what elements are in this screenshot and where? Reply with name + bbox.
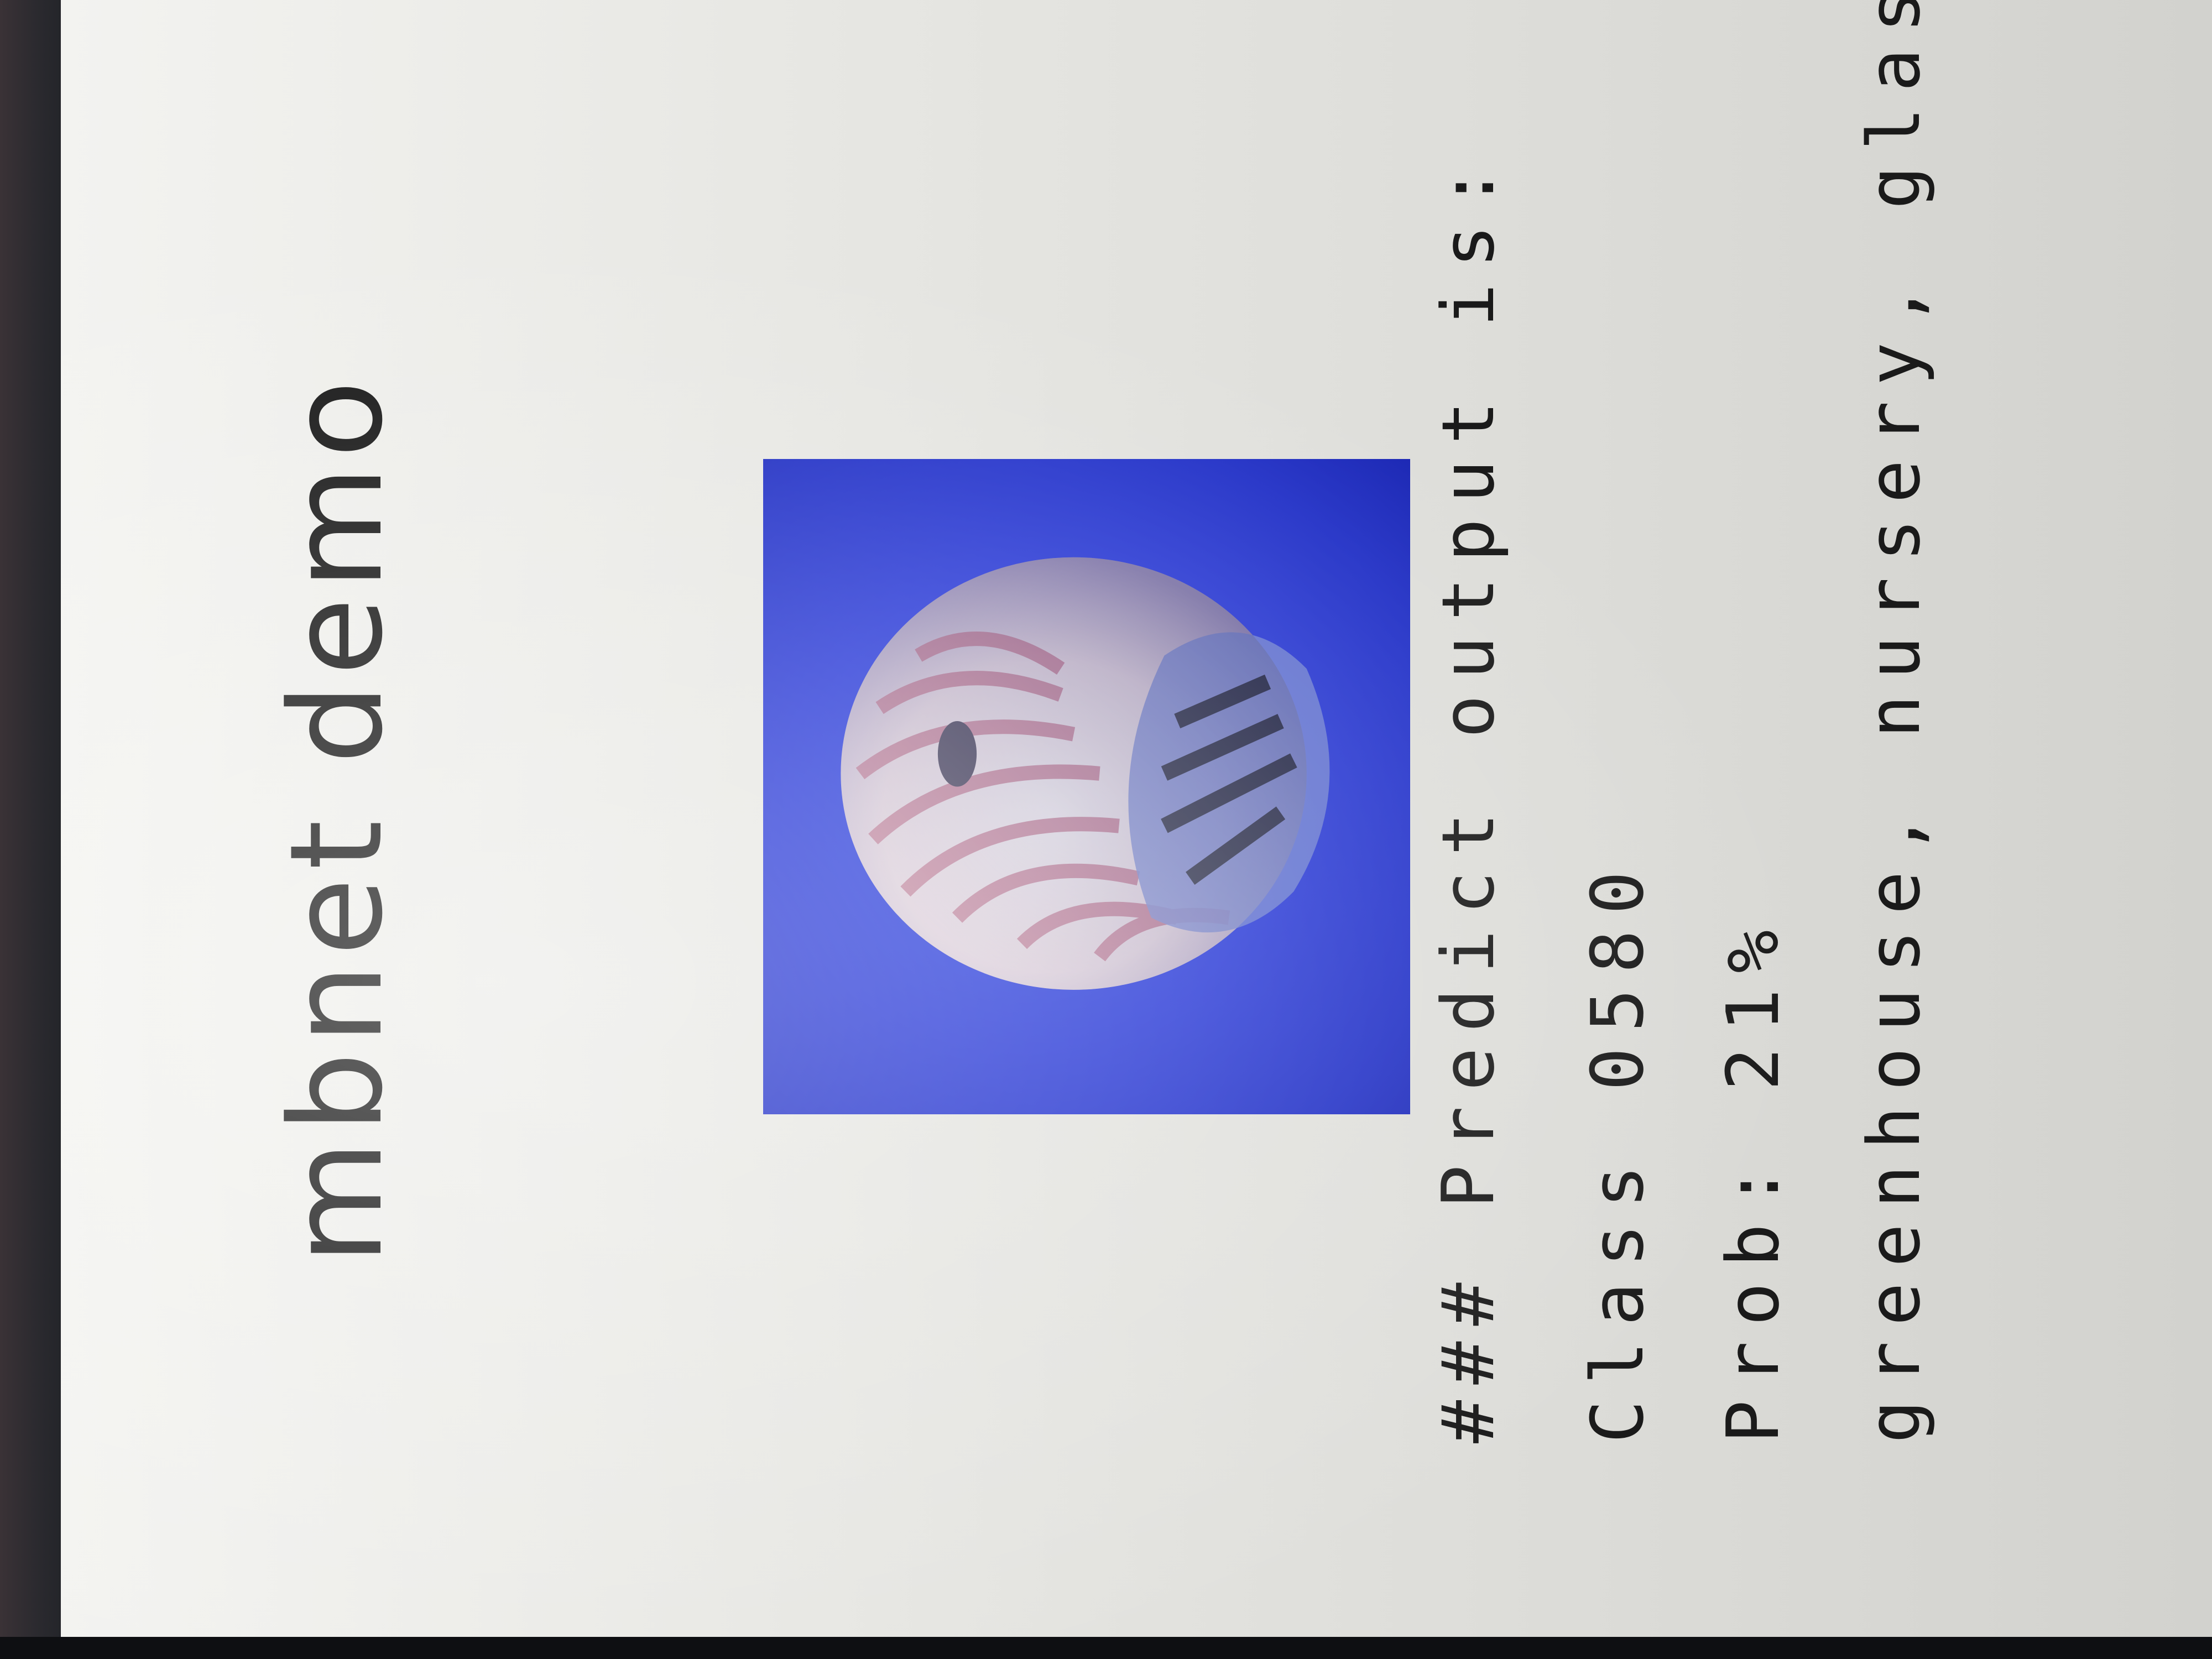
predicted-class: Class 0580 — [1575, 855, 1660, 1443]
predicted-labels: greenhouse, nursery, glasshouse — [1852, 0, 1936, 1443]
nautilus-shell-image — [841, 557, 1330, 990]
input-image — [763, 459, 1410, 1114]
device-bezel-left — [0, 0, 61, 1659]
predict-header: ### Predict output is: — [1426, 150, 1510, 1443]
app-title: mbnet demo — [263, 372, 411, 1265]
demo-ui: mbnet demo ### Predict output is: Class … — [61, 0, 2212, 1637]
device-bezel-bottom — [0, 1637, 2212, 1659]
predicted-probability: Prob: 21% — [1711, 914, 1795, 1443]
lcd-screen: mbnet demo ### Predict output is: Class … — [61, 0, 2212, 1637]
device-photo: mbnet demo ### Predict output is: Class … — [0, 0, 2212, 1659]
